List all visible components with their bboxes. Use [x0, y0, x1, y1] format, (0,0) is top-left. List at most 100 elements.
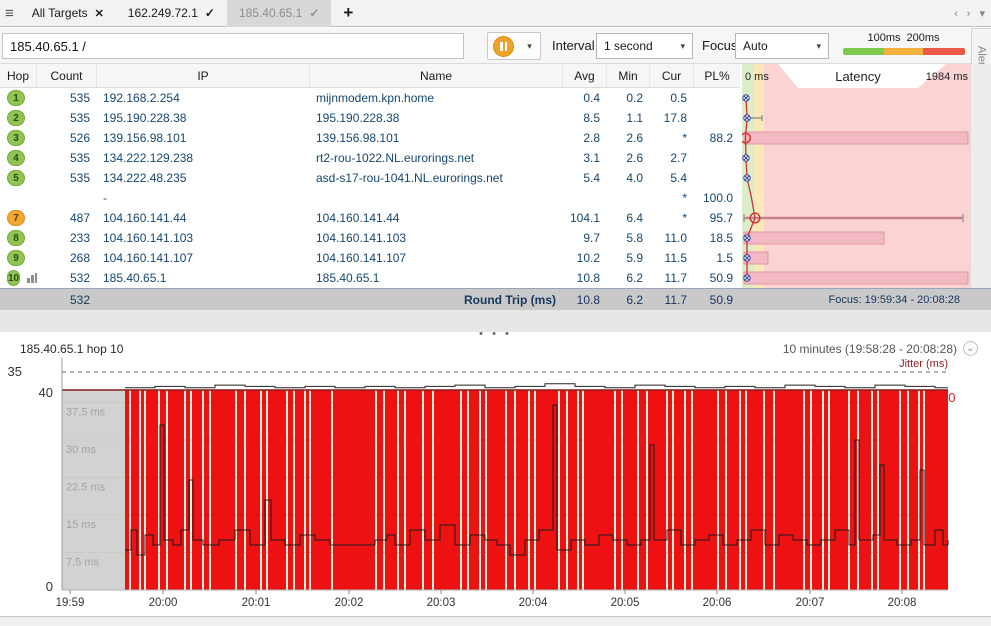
- gridline-label: 7.5 ms: [66, 557, 100, 569]
- tab-target-2-active[interactable]: 185.40.65.1 ✓: [226, 0, 332, 27]
- hop-badge: 4: [7, 150, 25, 166]
- interval-select[interactable]: 1 second ▾: [596, 33, 693, 59]
- scale-segment: [923, 48, 965, 55]
- menu-icon[interactable]: ≡: [0, 5, 20, 22]
- pause-button[interactable]: [487, 32, 520, 60]
- table-row-hop-6[interactable]: - * 100.0: [0, 188, 740, 208]
- col-header-hop[interactable]: Hop: [0, 64, 37, 87]
- focus-select[interactable]: Auto ▾: [735, 33, 829, 59]
- pl-cell: [694, 148, 740, 168]
- packet-loss-bar: [204, 390, 209, 590]
- count-cell: 526: [69, 131, 90, 145]
- summary-avg: 10.8: [576, 292, 600, 307]
- avg-cell: 10.2: [576, 251, 600, 265]
- interval-label: Interval: [552, 38, 595, 53]
- packet-loss-bar: [288, 390, 293, 590]
- close-icon[interactable]: ✕: [95, 7, 104, 20]
- focus-value: Auto: [743, 39, 768, 53]
- pl-cell: [694, 108, 740, 128]
- cur-cell: 11.7: [664, 271, 687, 285]
- min-cell: [607, 188, 650, 208]
- latency-column-title: Latency: [835, 69, 881, 84]
- round-trip-summary-row: 532 Round Trip (ms) 10.8 6.2 11.7 50.9 F…: [0, 288, 991, 310]
- table-row-hop-2[interactable]: 2 535 195.190.228.38 195.190.228.38 8.5 1.1 17…: [0, 108, 740, 128]
- table-row-hop-10[interactable]: 10 532 185.40.65.1 185.40.65.1 10.8 6.2 11.7 50…: [0, 268, 740, 288]
- name-cell: [310, 188, 563, 208]
- packet-loss-bar: [850, 390, 857, 590]
- hop-cell: 7: [0, 208, 37, 228]
- x-tick-label: 19:59: [56, 597, 85, 609]
- table-row-hop-7[interactable]: 7 487 104.160.141.44 104.160.141.44 104.1 6.4…: [0, 208, 740, 228]
- target-input[interactable]: [2, 33, 464, 59]
- scale-segment: [843, 48, 884, 55]
- packet-loss-bar: [306, 390, 309, 590]
- table-row-hop-5[interactable]: 5 535 134.222.48.235 asd-s17-rou-1041.NL.eu…: [0, 168, 740, 188]
- packet-loss-bar: [648, 390, 666, 590]
- tab-target-1[interactable]: 162.249.72.1 ✓: [116, 0, 227, 27]
- table-row-hop-4[interactable]: 4 535 134.222.129.238 rt2-rou-1022.NL.euror…: [0, 148, 740, 168]
- tab-scroll-controls: ‹ › ▾: [954, 0, 985, 27]
- table-row-hop-9[interactable]: 9 268 104.160.141.107 104.160.141.107 10.2 5.…: [0, 248, 740, 268]
- packet-loss-bar: [168, 390, 184, 590]
- range-dropdown-icon[interactable]: ⌄: [963, 341, 978, 356]
- x-tick-label: 20:01: [242, 597, 271, 609]
- splitter-grip-icon[interactable]: • • •: [0, 329, 991, 340]
- y-max-tick-label: 40: [39, 385, 53, 400]
- scale-segment: [884, 48, 923, 55]
- packet-loss-bar: [125, 390, 129, 590]
- hop10-timeline-graph[interactable]: Jitter (ms) 35 37.5 ms 30 ms 22.5 ms 15 ms 7.5…: [0, 358, 991, 612]
- min-cell: 2.6: [626, 151, 643, 165]
- x-tick-label: 20:02: [335, 597, 364, 609]
- cur-cell: 11.0: [664, 231, 687, 245]
- scroll-right-icon[interactable]: ›: [967, 8, 971, 20]
- hop-10-range-bar: [743, 271, 969, 285]
- ip-cell: 104.160.141.44: [103, 211, 187, 225]
- table-row-hop-8[interactable]: 8 233 104.160.141.103 104.160.141.103 9.7 5.8…: [0, 228, 740, 248]
- cur-cell: 5.4: [670, 171, 687, 185]
- col-header-pl[interactable]: PL%: [694, 64, 740, 87]
- packet-loss-bar: [131, 390, 139, 590]
- table-row-hop-3[interactable]: 3 526 139.156.98.101 139.156.98.101 2.8 2.6 * 8…: [0, 128, 740, 148]
- col-header-avg[interactable]: Avg: [563, 64, 607, 87]
- check-icon: ✓: [309, 6, 320, 20]
- cur-cell: *: [682, 191, 687, 205]
- avg-cell: 5.4: [583, 171, 600, 185]
- pause-options-button[interactable]: ▾: [519, 32, 541, 60]
- count-cell: 268: [69, 251, 90, 265]
- packet-loss-bar: [859, 390, 871, 590]
- packet-loss-bar: [901, 390, 907, 590]
- col-header-min[interactable]: Min: [607, 64, 650, 87]
- avg-cell: 8.5: [583, 111, 600, 125]
- scroll-left-icon[interactable]: ‹: [954, 8, 958, 20]
- packet-loss-bar: [616, 390, 621, 590]
- tab-list-icon[interactable]: ▾: [979, 7, 985, 20]
- name-cell: rt2-rou-1022.NL.eurorings.net: [316, 151, 475, 165]
- name-cell: 104.160.141.103: [316, 231, 407, 245]
- timeline-range-label[interactable]: 10 minutes (19:58:28 - 20:08:28): [783, 342, 957, 356]
- col-header-count[interactable]: Count: [37, 64, 97, 87]
- packet-loss-bar: [487, 390, 505, 590]
- col-header-cur[interactable]: Cur: [650, 64, 694, 87]
- min-cell: 4.0: [626, 171, 643, 185]
- col-header-ip[interactable]: IP: [97, 64, 310, 87]
- avg-cell: 9.7: [583, 231, 600, 245]
- jitter-axis-label: Jitter (ms): [899, 358, 948, 370]
- ip-cell: 104.160.141.107: [103, 251, 194, 265]
- pl-cell: [694, 88, 740, 108]
- tab-all-targets[interactable]: All Targets ✕: [20, 0, 116, 27]
- name-cell: 195.190.228.38: [316, 111, 400, 125]
- packet-loss-bar: [333, 390, 375, 590]
- add-tab-button[interactable]: +: [331, 3, 365, 23]
- pause-icon: [493, 35, 514, 57]
- col-header-name[interactable]: Name: [310, 64, 563, 87]
- tab-label: 185.40.65.1: [238, 6, 303, 20]
- packet-loss-bar: [765, 390, 773, 590]
- packet-loss-bar: [237, 390, 244, 590]
- hop-badge: 3: [7, 130, 25, 146]
- focus-range-label: Focus: 19:59:34 - 20:08:28: [828, 293, 960, 306]
- gridline-label: 30 ms: [66, 444, 96, 456]
- table-row-hop-1[interactable]: 1 535 192.168.2.254 mijnmodem.kpn.home 0.4 0.…: [0, 88, 740, 108]
- hop-latency-overview-chart[interactable]: 0 ms Latency 1984 ms: [739, 64, 970, 288]
- packet-loss-bar: [311, 390, 331, 590]
